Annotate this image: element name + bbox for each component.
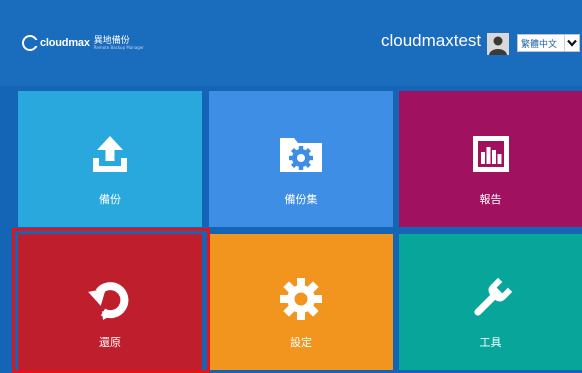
logo-mark bbox=[22, 35, 39, 51]
tile-settings[interactable]: 設定 bbox=[209, 234, 393, 370]
logo-brand: cloudmax bbox=[40, 37, 90, 49]
tile-restore-label: 還原 bbox=[99, 336, 121, 349]
upload-icon bbox=[93, 136, 127, 172]
tile-report-label: 報告 bbox=[479, 193, 502, 206]
tile-backup-sets[interactable]: 備份集 bbox=[209, 91, 393, 227]
user-icon bbox=[487, 33, 509, 55]
logo-cn-text: 異地備份 bbox=[93, 35, 130, 46]
tile-backup-label: 備份 bbox=[99, 193, 121, 206]
bar-chart-icon bbox=[472, 136, 509, 172]
tile-tools-label: 工具 bbox=[479, 336, 502, 349]
logo-tagline: Remote Backup Manager bbox=[93, 44, 144, 50]
restore-icon bbox=[88, 282, 129, 320]
app-logo: cloudmax 異地備份 Remote Backup Manager bbox=[22, 35, 144, 51]
folder-gear-icon bbox=[280, 138, 322, 172]
avatar[interactable] bbox=[487, 33, 509, 55]
chevron-down-icon[interactable] bbox=[564, 35, 579, 51]
tile-restore[interactable]: 還原 bbox=[18, 234, 202, 370]
top-bar: cloudmax 異地備份 Remote Backup Manager clou… bbox=[0, 0, 582, 86]
gear-icon bbox=[280, 278, 322, 320]
username: cloudmaxtest bbox=[381, 31, 482, 50]
wrench-icon bbox=[473, 277, 512, 316]
language-select-value: 繁體中文 bbox=[521, 39, 558, 50]
tile-report[interactable]: 報告 bbox=[399, 91, 582, 227]
tile-settings-label: 設定 bbox=[290, 336, 312, 349]
language-select[interactable]: 繁體中文 bbox=[517, 34, 580, 52]
tile-backup-sets-label: 備份集 bbox=[284, 193, 318, 206]
tile-tools[interactable]: 工具 bbox=[399, 234, 582, 370]
tile-backup[interactable]: 備份 bbox=[18, 91, 202, 227]
logo-cn-block: 異地備份 Remote Backup Manager bbox=[93, 35, 144, 50]
